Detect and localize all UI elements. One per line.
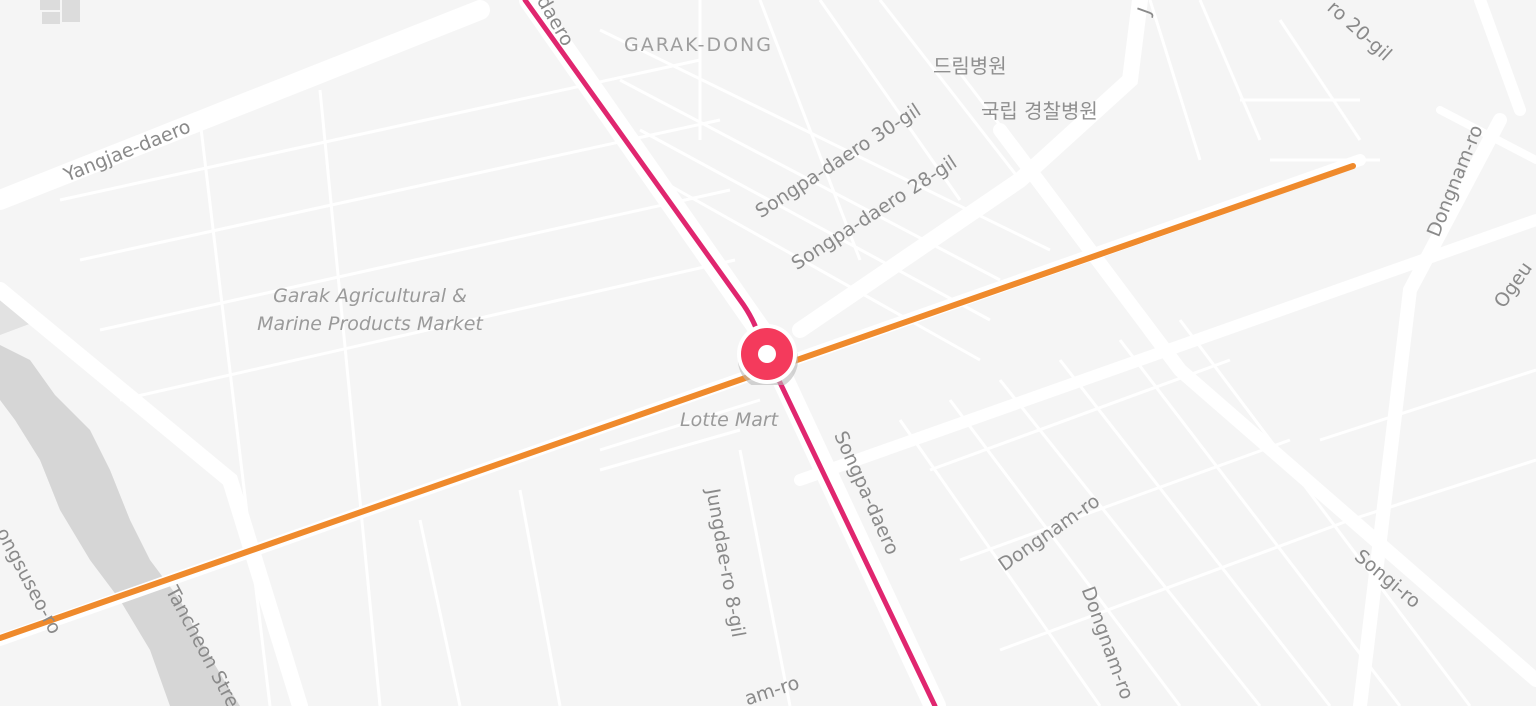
area-label-garak-dong: GARAK-DONG: [624, 34, 773, 56]
map-canvas[interactable]: GARAK-DONG Garak Agricultural & Marine P…: [0, 0, 1536, 706]
poi-label-market: Garak Agricultural & Marine Products Mar…: [248, 282, 492, 338]
poi-label-market-line1: Garak Agricultural &: [273, 285, 467, 307]
building-blocks: [40, 0, 80, 24]
poi-label-market-line2: Marine Products Market: [257, 313, 483, 335]
poi-label-police-hospital: 국립 경찰병원: [981, 99, 1098, 123]
station-marker-icon[interactable]: [736, 323, 798, 390]
station-marker-graphic: [737, 324, 798, 390]
poi-label-lotte-mart: Lotte Mart: [680, 409, 779, 431]
poi-label-dream-hospital: 드림병원: [933, 54, 1007, 78]
